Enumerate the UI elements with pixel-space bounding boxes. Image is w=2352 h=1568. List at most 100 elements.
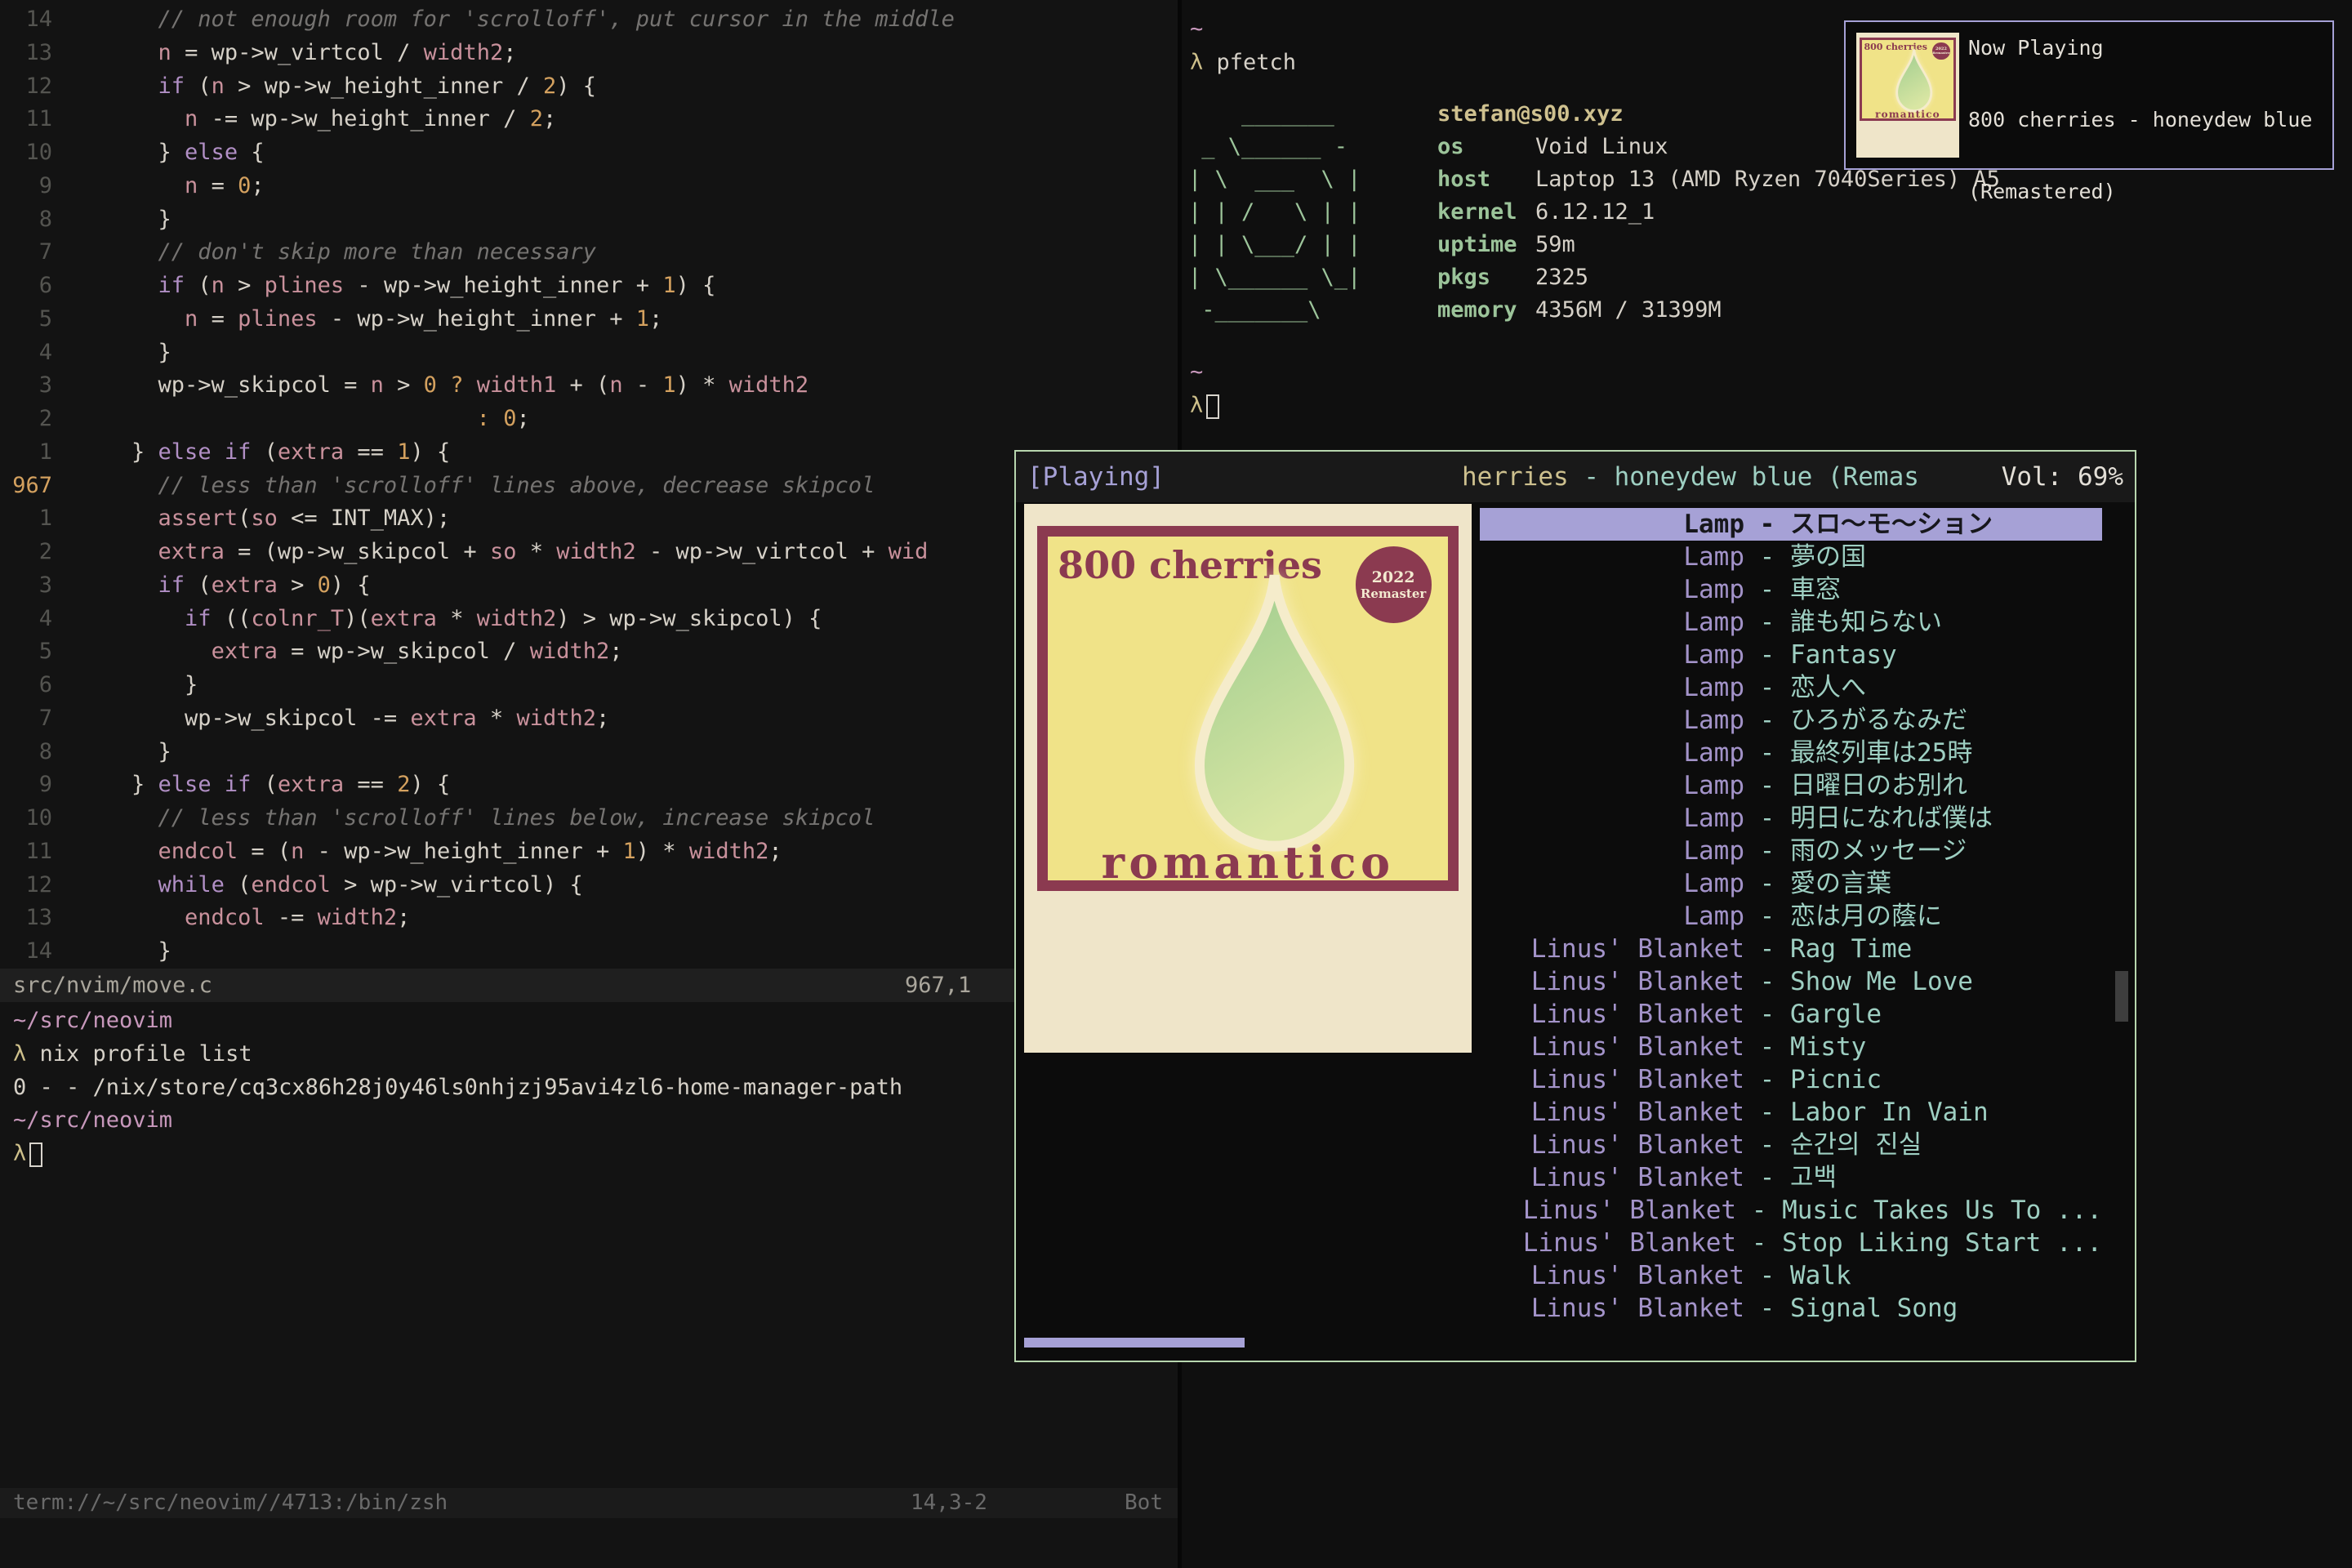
code-line[interactable]: 10 } else { bbox=[0, 136, 1178, 170]
code-line[interactable]: 14 // not enough room for 'scrolloff', p… bbox=[0, 3, 1178, 37]
code-line[interactable]: 3 wp->w_skipcol = n > 0 ? width1 + (n - … bbox=[0, 369, 1178, 403]
code-line[interactable]: 6 if (n > plines - wp->w_height_inner + … bbox=[0, 270, 1178, 303]
code-line[interactable]: 5 extra = wp->w_skipcol / width2; bbox=[0, 635, 1178, 669]
playlist-track-row[interactable]: Lamp - 恋は月の蔭に bbox=[1480, 900, 2102, 933]
statusline-cursor-position: 967,1 bbox=[905, 969, 971, 1002]
pfetch-row: kernel6.12.12_1 bbox=[1437, 196, 2000, 229]
playlist-track-row[interactable]: Linus' Blanket - Music Takes Us To ... bbox=[1480, 1194, 2102, 1227]
playlist-track-row[interactable]: Lamp - 雨のメッセージ bbox=[1480, 835, 2102, 867]
playlist-track-row[interactable]: Linus' Blanket - 순간의 진실 bbox=[1480, 1129, 2102, 1161]
code-line[interactable]: 4 if ((colnr_T)(extra * width2) > wp->w_… bbox=[0, 603, 1178, 636]
neovim-pane[interactable]: 14 // not enough room for 'scrolloff', p… bbox=[0, 0, 1178, 1568]
track-separator: - bbox=[1744, 541, 1790, 573]
code-line[interactable]: 11 n -= wp->w_height_inner / 2; bbox=[0, 103, 1178, 136]
playlist-track-row[interactable]: Linus' Blanket - Show Me Love bbox=[1480, 965, 2102, 998]
code-line[interactable]: 8 } bbox=[0, 736, 1178, 769]
music-player-window[interactable]: [Playing] herries - honeydew blue (Remas… bbox=[1014, 450, 2136, 1362]
playlist-track-row[interactable]: Lamp - 日曜日のお別れ bbox=[1480, 769, 2102, 802]
playlist-track-row[interactable]: Lamp - 明日になれば僕は bbox=[1480, 802, 2102, 835]
code-line[interactable]: 9 } else if (extra == 2) { bbox=[0, 768, 1178, 802]
track-artist: Lamp bbox=[1480, 900, 1744, 933]
track-title: 雨のメッセージ bbox=[1790, 835, 1967, 867]
line-number: 3 bbox=[0, 569, 52, 603]
code-line[interactable]: 8 } bbox=[0, 203, 1178, 237]
track-separator: - bbox=[1736, 1194, 1782, 1227]
now-playing-notification[interactable]: 800 cherries 2022 Remaster romantico Now… bbox=[1844, 20, 2334, 170]
line-number: 12 bbox=[0, 70, 52, 104]
code-line[interactable]: 11 endcol = (n - wp->w_height_inner + 1)… bbox=[0, 835, 1178, 869]
track-artist: Linus' Blanket bbox=[1480, 1129, 1744, 1161]
track-separator: - bbox=[1744, 508, 1790, 541]
playlist-track-row[interactable]: Lamp - 車窓 bbox=[1480, 573, 2102, 606]
code-line[interactable]: 12 if (n > wp->w_height_inner / 2) { bbox=[0, 70, 1178, 104]
terminal-statusline: term://~/src/neovim//4713:/bin/zsh 14,3-… bbox=[0, 1488, 1178, 1518]
prompt-line-active[interactable]: λ bbox=[1190, 390, 1219, 422]
volume-indicator: Vol: 69% bbox=[2002, 452, 2123, 502]
playlist-track-row[interactable]: Linus' Blanket - Rag Time bbox=[1480, 933, 2102, 965]
playlist-track-row[interactable]: Lamp - 誰も知らない bbox=[1480, 606, 2102, 639]
terminal-buffer[interactable]: ~/src/neovimλ nix profile list0 - - /nix… bbox=[13, 1004, 902, 1171]
track-title: Show Me Love bbox=[1790, 965, 1973, 998]
playlist-track-row[interactable]: Lamp - 恋人へ bbox=[1480, 671, 2102, 704]
playlist-track-row[interactable]: Linus' Blanket - Signal Song bbox=[1480, 1292, 2102, 1325]
code-line[interactable]: 967 // less than 'scrolloff' lines above… bbox=[0, 470, 1178, 503]
code-line[interactable]: 7 wp->w_skipcol -= extra * width2; bbox=[0, 702, 1178, 736]
track-title: 愛の言葉 bbox=[1790, 867, 1891, 900]
pfetch-value: 59m bbox=[1535, 232, 1575, 257]
playlist-scrollbar-thumb[interactable] bbox=[2115, 971, 2128, 1022]
track-separator: - bbox=[1744, 1161, 1790, 1194]
line-number: 2 bbox=[0, 536, 52, 569]
line-number: 967 bbox=[0, 470, 52, 503]
playlist-track-row[interactable]: Lamp - スロ～モ～ション bbox=[1480, 508, 2102, 541]
code-line[interactable]: 13 endcol -= width2; bbox=[0, 902, 1178, 935]
code-line[interactable]: 1 assert(so <= INT_MAX); bbox=[0, 502, 1178, 536]
code-line[interactable]: 2 extra = (wp->w_skipcol + so * width2 -… bbox=[0, 536, 1178, 569]
code-line[interactable]: 7 // don't skip more than necessary bbox=[0, 236, 1178, 270]
code-line[interactable]: 3 if (extra > 0) { bbox=[0, 569, 1178, 603]
playlist-track-row[interactable]: Lamp - 最終列車は25時 bbox=[1480, 737, 2102, 769]
playlist-track-row[interactable]: Lamp - ひろがるなみだ bbox=[1480, 704, 2102, 737]
code-lines[interactable]: 14 // not enough room for 'scrolloff', p… bbox=[0, 3, 1178, 969]
track-artist: Lamp bbox=[1480, 573, 1744, 606]
player-mode-badge: [Playing] bbox=[1027, 452, 1165, 502]
notification-title: Now Playing bbox=[1968, 36, 2104, 60]
track-separator: - bbox=[1744, 900, 1790, 933]
seek-progress-bar[interactable] bbox=[1024, 1338, 1245, 1348]
code-line[interactable]: 4 } bbox=[0, 336, 1178, 370]
playlist-track-row[interactable]: Lamp - 夢の国 bbox=[1480, 541, 2102, 573]
line-number: 5 bbox=[0, 303, 52, 336]
code-line[interactable]: 14 } bbox=[0, 935, 1178, 969]
playlist-track-row[interactable]: Linus' Blanket - Misty bbox=[1480, 1031, 2102, 1063]
playlist-track-row[interactable]: Linus' Blanket - Stop Liking Start ... bbox=[1480, 1227, 2102, 1259]
code-line[interactable]: 9 n = 0; bbox=[0, 170, 1178, 203]
line-number: 3 bbox=[0, 369, 52, 403]
line-number: 1 bbox=[0, 436, 52, 470]
prompt-line: ~ bbox=[1190, 13, 1203, 46]
track-artist: Linus' Blanket bbox=[1480, 1292, 1744, 1325]
code-line[interactable]: 10 // less than 'scrolloff' lines below,… bbox=[0, 802, 1178, 835]
code-line[interactable]: 13 n = wp->w_virtcol / width2; bbox=[0, 37, 1178, 70]
code-line[interactable]: 2 : 0; bbox=[0, 403, 1178, 436]
line-number: 14 bbox=[0, 3, 52, 37]
track-artist: Lamp bbox=[1480, 867, 1744, 900]
playlist-track-row[interactable]: Linus' Blanket - Walk bbox=[1480, 1259, 2102, 1292]
playlist[interactable]: Lamp - スロ～モ～ションLamp - 夢の国Lamp - 車窓Lamp -… bbox=[1480, 508, 2102, 1325]
code-line[interactable]: 12 while (endcol > wp->w_virtcol) { bbox=[0, 869, 1178, 902]
album-art: 800 cherries 2022 Remaster romantico bbox=[1024, 504, 1472, 1053]
track-separator: - bbox=[1744, 671, 1790, 704]
playlist-track-row[interactable]: Linus' Blanket - 고백 bbox=[1480, 1161, 2102, 1194]
track-separator: - bbox=[1744, 704, 1790, 737]
track-title: Gargle bbox=[1790, 998, 1882, 1031]
code-line[interactable]: 1 } else if (extra == 1) { bbox=[0, 436, 1178, 470]
track-artist: Lamp bbox=[1480, 835, 1744, 867]
playlist-track-row[interactable]: Linus' Blanket - Picnic bbox=[1480, 1063, 2102, 1096]
code-line[interactable]: 5 n = plines - wp->w_height_inner + 1; bbox=[0, 303, 1178, 336]
track-title: 恋は月の蔭に bbox=[1790, 900, 1942, 933]
playlist-track-row[interactable]: Lamp - 愛の言葉 bbox=[1480, 867, 2102, 900]
line-number: 11 bbox=[0, 103, 52, 136]
playlist-track-row[interactable]: Lamp - Fantasy bbox=[1480, 639, 2102, 671]
code-line[interactable]: 6 } bbox=[0, 669, 1178, 702]
playlist-track-row[interactable]: Linus' Blanket - Labor In Vain bbox=[1480, 1096, 2102, 1129]
track-artist: Lamp bbox=[1480, 508, 1744, 541]
playlist-track-row[interactable]: Linus' Blanket - Gargle bbox=[1480, 998, 2102, 1031]
